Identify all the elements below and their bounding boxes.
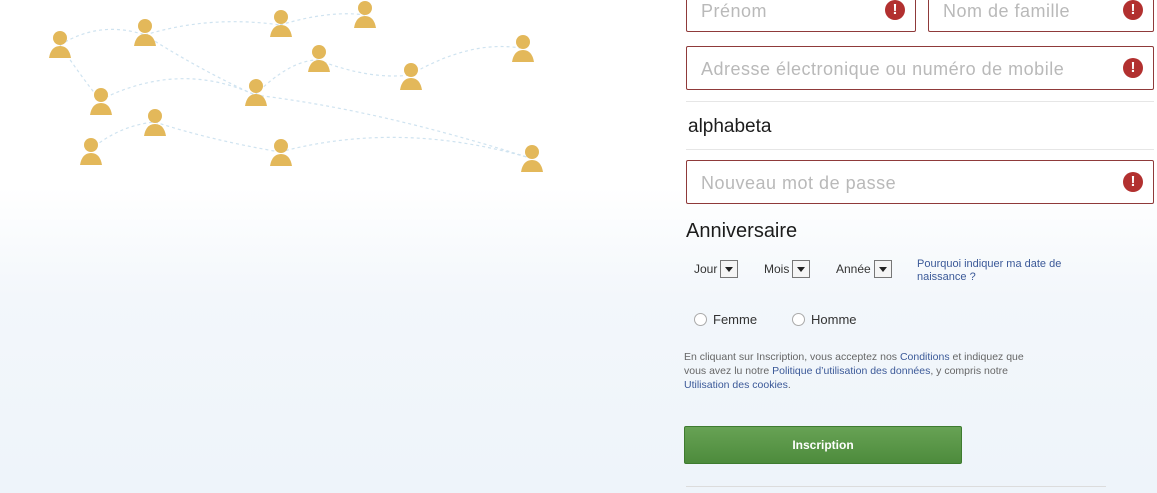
divider (686, 149, 1154, 150)
person-icon (241, 76, 271, 112)
person-icon (304, 42, 334, 78)
why-birthday-link[interactable]: Pourquoi indiquer ma date de naissance ? (917, 258, 1107, 284)
person-icon (266, 7, 296, 43)
first-name-field[interactable]: ! (686, 0, 916, 33)
legal-text: . (787, 379, 791, 391)
first-name-input[interactable] (699, 0, 881, 33)
year-select[interactable]: Année (836, 258, 892, 280)
legal-notice: En cliquant sur Inscription, vous accept… (684, 350, 1029, 392)
day-select-label: Jour (694, 262, 718, 276)
gender-male-option[interactable]: Homme (792, 312, 857, 327)
signup-button-label: Inscription (792, 438, 854, 452)
data-policy-link[interactable]: Politique d’utilisation des données (772, 365, 930, 377)
person-icon (350, 0, 380, 34)
error-icon: ! (1123, 0, 1143, 20)
error-icon: ! (1123, 58, 1143, 78)
day-select[interactable]: Jour (694, 258, 739, 280)
month-select[interactable]: Mois (764, 258, 811, 280)
gender-female-option[interactable]: Femme (694, 312, 757, 327)
chevron-down-icon[interactable] (720, 260, 739, 278)
month-select-label: Mois (764, 262, 790, 276)
male-radio[interactable] (792, 313, 805, 326)
friends-network-illustration (0, 0, 660, 200)
legal-text: , y compris notre (930, 365, 1008, 377)
person-icon (140, 106, 170, 142)
error-icon: ! (1123, 172, 1143, 192)
year-select-label: Année (836, 262, 871, 276)
legal-text: En cliquant sur Inscription, vous accept… (684, 351, 900, 363)
person-icon (130, 16, 160, 52)
divider (686, 101, 1154, 102)
last-name-input[interactable] (941, 0, 1119, 33)
last-name-field[interactable]: ! (928, 0, 1154, 33)
chevron-down-icon[interactable] (873, 260, 892, 278)
person-icon (396, 60, 426, 96)
female-radio[interactable] (694, 313, 707, 326)
divider (686, 486, 1106, 487)
person-icon (508, 32, 538, 68)
birthday-title: Anniversaire (686, 220, 798, 242)
chevron-down-icon[interactable] (792, 260, 811, 278)
reenter-email-value[interactable]: alphabeta (688, 116, 771, 138)
person-icon (76, 135, 106, 171)
cookies-link[interactable]: Utilisation des cookies (684, 379, 788, 391)
male-label: Homme (811, 312, 857, 327)
person-icon (517, 142, 547, 178)
female-label: Femme (713, 312, 758, 327)
person-icon (86, 85, 116, 121)
error-icon: ! (885, 0, 905, 20)
person-icon (45, 28, 75, 64)
terms-link[interactable]: Conditions (900, 351, 950, 363)
password-field[interactable]: ! (686, 160, 1154, 205)
password-input[interactable] (699, 161, 1119, 205)
signup-button[interactable]: Inscription (684, 426, 962, 464)
email-field[interactable]: ! (686, 46, 1154, 91)
person-icon (266, 136, 296, 172)
signup-form: ! ! ! alphabeta ! Anniversaire Jour Mois… (680, 0, 1157, 493)
email-input[interactable] (699, 47, 1119, 91)
